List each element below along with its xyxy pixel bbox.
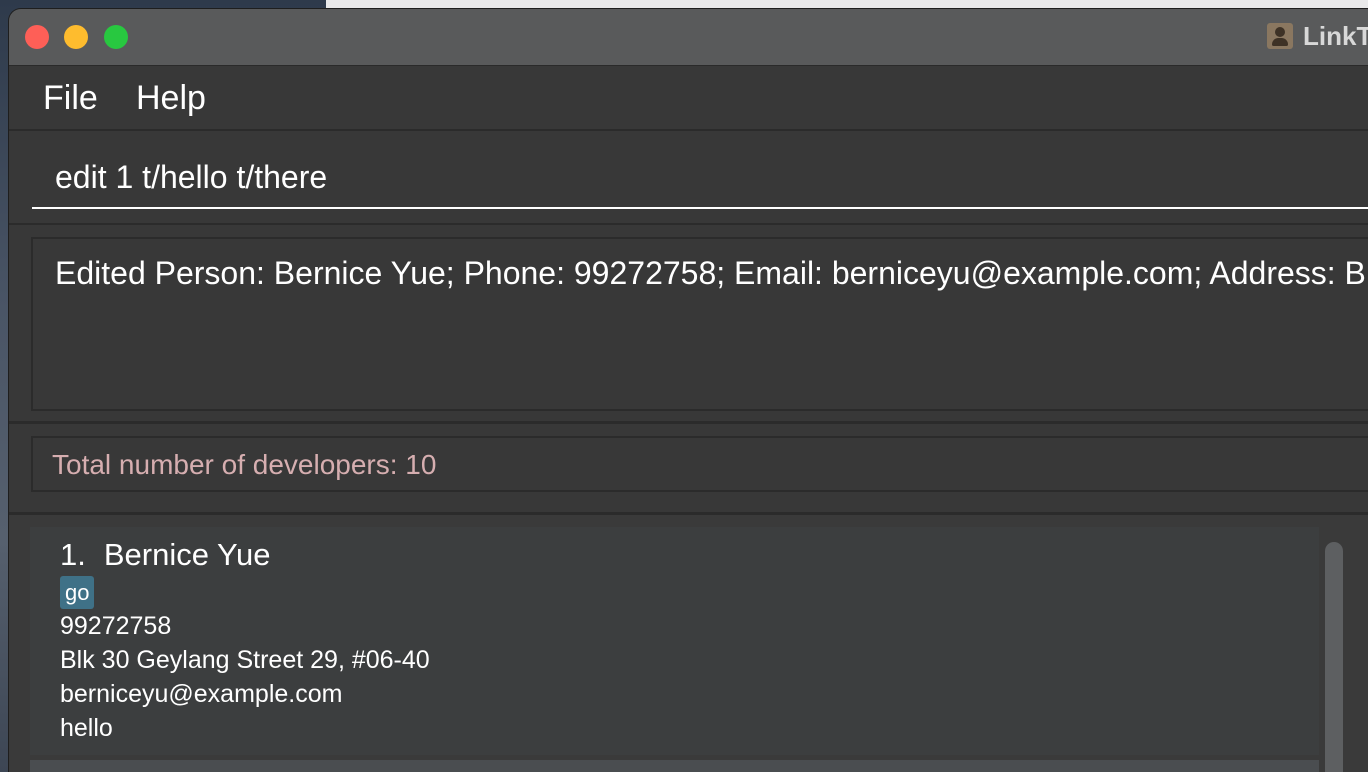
person-address: Blk 30 Geylang Street 29, #06-40 [60, 646, 430, 674]
person-tag: go [60, 576, 95, 609]
person-email: berniceyu@example.com [60, 680, 343, 708]
status-area: Total number of developers: 10 [9, 424, 1368, 515]
next-person-card[interactable] [30, 760, 1319, 772]
app-window: LinkT File Help Edited Person: Bernice Y… [9, 9, 1368, 772]
result-display-area: Edited Person: Bernice Yue; Phone: 99272… [9, 225, 1368, 424]
zoom-window-button[interactable] [104, 25, 128, 49]
developer-count-box: Total number of developers: 10 [31, 436, 1368, 492]
person-card-title: 1. Bernice Yue [60, 537, 270, 573]
menu-file[interactable]: File [43, 79, 98, 118]
menu-bar: File Help [9, 66, 1368, 131]
person-name: Bernice Yue [103, 537, 271, 572]
menu-help[interactable]: Help [136, 79, 206, 118]
window-title-group: LinkT [1267, 21, 1368, 51]
developer-count-text: Total number of developers: 10 [52, 449, 437, 480]
command-box-area [9, 131, 1368, 225]
person-note: hello [60, 714, 113, 742]
close-window-button[interactable] [25, 25, 49, 49]
list-scrollbar[interactable] [1321, 529, 1347, 772]
command-input[interactable] [32, 147, 1368, 209]
person-card[interactable]: 1. Bernice Yue go 99272758 Blk 30 Geylang… [30, 527, 1319, 755]
window-title: LinkT [1303, 20, 1368, 51]
person-list: 1. Bernice Yue go 99272758 Blk 30 Geylang… [9, 515, 1368, 772]
result-message: Edited Person: Bernice Yue; Phone: 99272… [55, 255, 1366, 291]
background-window-edge [326, 0, 1368, 8]
contact-book-icon [1267, 23, 1293, 49]
minimize-window-button[interactable] [64, 25, 88, 49]
list-scrollbar-thumb[interactable] [1325, 542, 1343, 772]
person-phone: 99272758 [60, 612, 172, 640]
title-bar[interactable]: LinkT [9, 9, 1368, 66]
result-display-box[interactable]: Edited Person: Bernice Yue; Phone: 99272… [31, 237, 1368, 411]
person-index: 1. [60, 537, 86, 572]
